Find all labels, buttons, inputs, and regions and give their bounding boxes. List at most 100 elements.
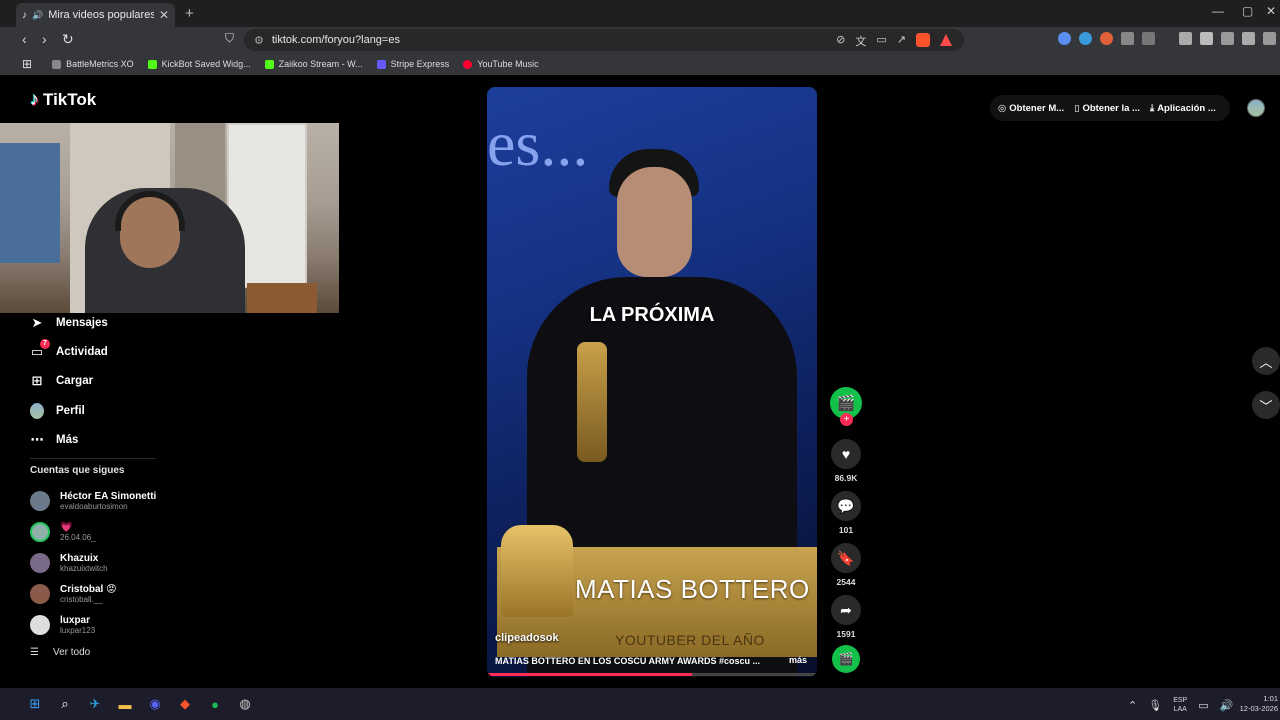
bookmark-item[interactable]: Stripe Express	[376, 59, 449, 69]
account-handle: luxpar123	[60, 625, 96, 635]
webcam-bg-object	[0, 143, 60, 263]
obs-icon[interactable]: ◍	[236, 695, 254, 713]
system-clock[interactable]: 1:01 12-03-2026	[1240, 694, 1278, 714]
following-account[interactable]: Khazuix khazuixtwitch	[30, 547, 156, 578]
send-icon: ➤	[31, 314, 43, 330]
sidebar-item-mas[interactable]: ⋯ Más	[30, 425, 170, 454]
apps-icon[interactable]: ⊞	[22, 57, 32, 71]
search-icon[interactable]: ⌕	[56, 695, 74, 713]
no-tracking-icon[interactable]: ⊘	[836, 33, 845, 49]
bookmark-item[interactable]: KickBot Saved Widg...	[147, 59, 251, 69]
network-icon[interactable]: ▭	[1198, 699, 1208, 712]
more-icon: ⋯	[30, 431, 44, 447]
extension-icon[interactable]	[1079, 32, 1092, 45]
account-name: 💗	[60, 521, 73, 533]
windows-start-icon[interactable]: ⊞	[26, 695, 44, 713]
extension-icon[interactable]	[1142, 32, 1155, 45]
brave-rewards-icon[interactable]	[940, 34, 952, 46]
extension-icon[interactable]	[1058, 32, 1071, 45]
sidebar-item-cargar[interactable]: ⊞ Cargar	[30, 367, 170, 396]
trophy-icon	[577, 342, 607, 462]
chevron-up-icon[interactable]: ⌃	[1128, 699, 1137, 712]
leo-icon[interactable]	[1242, 32, 1255, 45]
reader-icon[interactable]: ▭	[876, 33, 886, 49]
chevron-down-icon: ﹀	[1259, 398, 1273, 414]
tiktok-logo[interactable]: ♪ TikTok	[30, 89, 96, 110]
video-progress-bar[interactable]	[487, 673, 817, 676]
avatar	[30, 521, 50, 542]
microphone-icon[interactable]: 🎙	[1148, 699, 1162, 712]
more-button[interactable]: más	[789, 655, 807, 665]
language-indicator[interactable]: ESP LAA	[1173, 696, 1187, 714]
vpn-icon[interactable]	[1263, 32, 1276, 45]
music-icon[interactable]	[1179, 32, 1192, 45]
forward-button[interactable]: ›	[42, 31, 47, 47]
wallet-icon[interactable]	[1221, 32, 1234, 45]
see-all-label: Ver todo	[52, 647, 91, 658]
bookmark-item[interactable]: Zaiikoo Stream - W...	[264, 59, 363, 69]
next-video-button[interactable]: ﹀	[1252, 391, 1280, 419]
sidebar-icon[interactable]	[1200, 32, 1213, 45]
see-all-button[interactable]: ☰ Ver todo	[30, 647, 90, 658]
audio-icon[interactable]: 🔊	[32, 10, 43, 21]
get-app-button[interactable]: ▯ Obtener la ...	[1074, 103, 1140, 114]
follow-plus-icon[interactable]: +	[840, 413, 853, 426]
brave-shields-icon[interactable]	[916, 33, 930, 47]
back-button[interactable]: ‹	[22, 31, 27, 47]
bookmark-label: KickBot Saved Widg...	[161, 59, 251, 69]
brave-browser-icon[interactable]: ◆	[176, 695, 194, 713]
browser-tab[interactable]: ♪ 🔊 Mira videos populares selecci ✕	[16, 3, 175, 27]
windows-taskbar: ⊞ ⌕ ✈ ▬ ◉ ◆ ● ◍ ⌃ 🎙 ESP LAA ▭ 🔊 1:01 12-…	[0, 688, 1280, 720]
bookmark-item[interactable]: YouTube Music	[463, 59, 539, 69]
following-account[interactable]: Cristobal 😡 cristoball.__	[30, 578, 156, 609]
following-heading: Cuentas que sigues	[30, 465, 125, 476]
sidebar-item-perfil[interactable]: Perfil	[30, 396, 170, 425]
translate-icon[interactable]: 文	[855, 33, 866, 49]
account-handle: khazuixtwitch	[60, 563, 108, 573]
share-button[interactable]: ➦	[831, 595, 861, 625]
close-tab-icon[interactable]: ✕	[159, 8, 169, 22]
avatar	[30, 614, 50, 635]
video-player[interactable]: es... LA PRÓXIMA MATIAS BOTTERO YOUTUBER…	[487, 87, 817, 677]
account-handle: evaldoaburtosimon	[60, 501, 128, 511]
volume-icon[interactable]: 🔊	[1220, 699, 1234, 712]
share-count: 1591	[836, 629, 856, 639]
sound-disc[interactable]: 🎬	[832, 645, 860, 673]
bookmark-icon[interactable]: ⛉	[225, 31, 234, 46]
comment-button[interactable]: 💬	[831, 491, 861, 521]
site-info-icon[interactable]: ⚙	[254, 34, 264, 47]
chevron-up-icon: ︿	[1259, 354, 1273, 370]
video-author[interactable]: clipeadosok	[495, 632, 559, 644]
share-arrow-icon: ➦	[840, 601, 852, 618]
puzzle-icon[interactable]	[1121, 32, 1134, 45]
following-account[interactable]: luxpar luxpar123	[30, 609, 156, 640]
minimize-button[interactable]: —	[1212, 4, 1224, 18]
following-account[interactable]: Héctor EA Simonetti evaldoaburtosimon	[30, 485, 156, 516]
previous-video-button[interactable]: ︿	[1252, 347, 1280, 375]
following-account[interactable]: 💗 26.04.06_	[30, 516, 156, 547]
spotify-icon[interactable]: ●	[206, 695, 224, 713]
new-tab-button[interactable]: +	[185, 5, 194, 22]
reload-button[interactable]: ↻	[62, 31, 74, 48]
address-bar[interactable]: ⚙ tiktok.com/foryou?lang=es ⊘ 文 ▭ ↗	[244, 29, 964, 51]
sidebar-item-actividad[interactable]: ▭ 7 Actividad	[30, 337, 170, 366]
save-button[interactable]: 🔖	[831, 543, 861, 573]
like-button[interactable]: ♥	[831, 439, 861, 469]
download-app-button[interactable]: ⤓ Aplicación ...	[1150, 103, 1216, 114]
window-close-button[interactable]: ✕	[1266, 4, 1276, 18]
get-coins-button[interactable]: ◎ Obtener M...	[998, 103, 1064, 114]
maximize-button[interactable]: ▢	[1242, 4, 1253, 18]
user-avatar[interactable]	[1247, 99, 1265, 117]
top-actions: ◎ Obtener M... ▯ Obtener la ... ⤓ Aplicació…	[990, 95, 1230, 121]
share-icon[interactable]: ↗	[897, 33, 906, 49]
extension-icon[interactable]	[1100, 32, 1113, 45]
discord-icon[interactable]: ◉	[146, 695, 164, 713]
plus-square-icon: ⊞	[31, 373, 43, 389]
sidebar-item-mensajes[interactable]: ➤ Mensajes	[30, 308, 170, 337]
file-explorer-icon[interactable]: ▬	[116, 695, 134, 713]
account-name: Héctor EA Simonetti	[60, 490, 157, 502]
sidebar-item-label: Perfil	[56, 404, 85, 417]
creator-avatar[interactable]: 🎬 +	[830, 387, 862, 426]
telegram-icon[interactable]: ✈	[86, 695, 104, 713]
bookmark-item[interactable]: BattleMetrics XO	[52, 59, 134, 69]
